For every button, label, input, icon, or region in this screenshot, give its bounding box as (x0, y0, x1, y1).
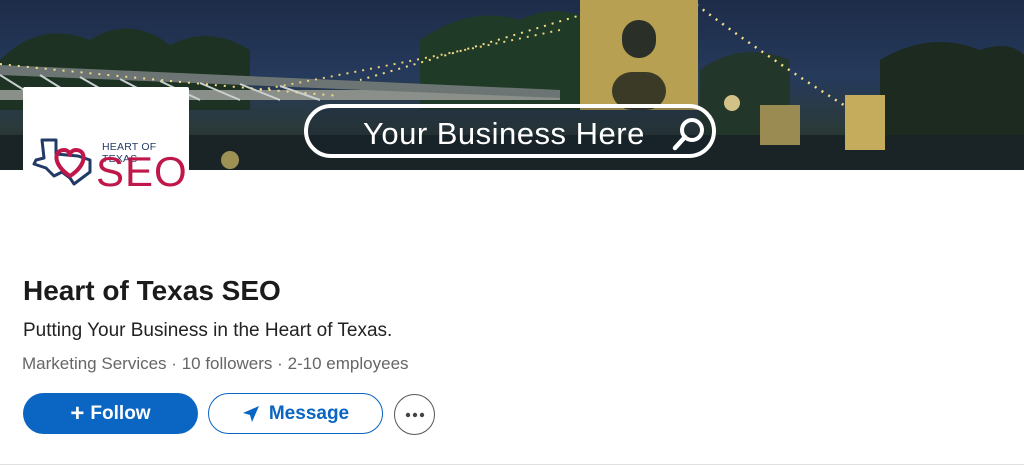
section-divider (0, 464, 1024, 465)
company-name: Heart of Texas SEO (23, 275, 281, 306)
company-meta: Marketing Services · 10 followers · 2-10… (22, 354, 409, 374)
texas-heart-icon (32, 138, 92, 186)
message-button[interactable]: Message (208, 393, 383, 434)
meta-separator: · (171, 354, 177, 373)
industry-text: Marketing Services (22, 354, 167, 373)
follow-button[interactable]: + Follow (23, 393, 198, 434)
employees-count[interactable]: 2-10 employees (288, 354, 409, 373)
banner-search-graphic: Your Business Here (304, 104, 716, 158)
magnifier-icon (672, 117, 706, 156)
ellipsis-icon (405, 412, 424, 417)
company-logo[interactable]: HEART OF TEXAS SEO (23, 87, 189, 211)
follow-label: Follow (90, 402, 151, 424)
company-tagline: Putting Your Business in the Heart of Te… (23, 320, 393, 341)
plus-icon: + (70, 399, 85, 427)
more-options-button[interactable] (394, 394, 435, 435)
send-icon (242, 405, 259, 422)
followers-count[interactable]: 10 followers (182, 354, 273, 373)
banner-search-text: Your Business Here (363, 116, 645, 151)
meta-separator: · (277, 354, 283, 373)
logo-wordmark-seo: SEO (96, 148, 188, 195)
message-label: Message (268, 402, 350, 424)
